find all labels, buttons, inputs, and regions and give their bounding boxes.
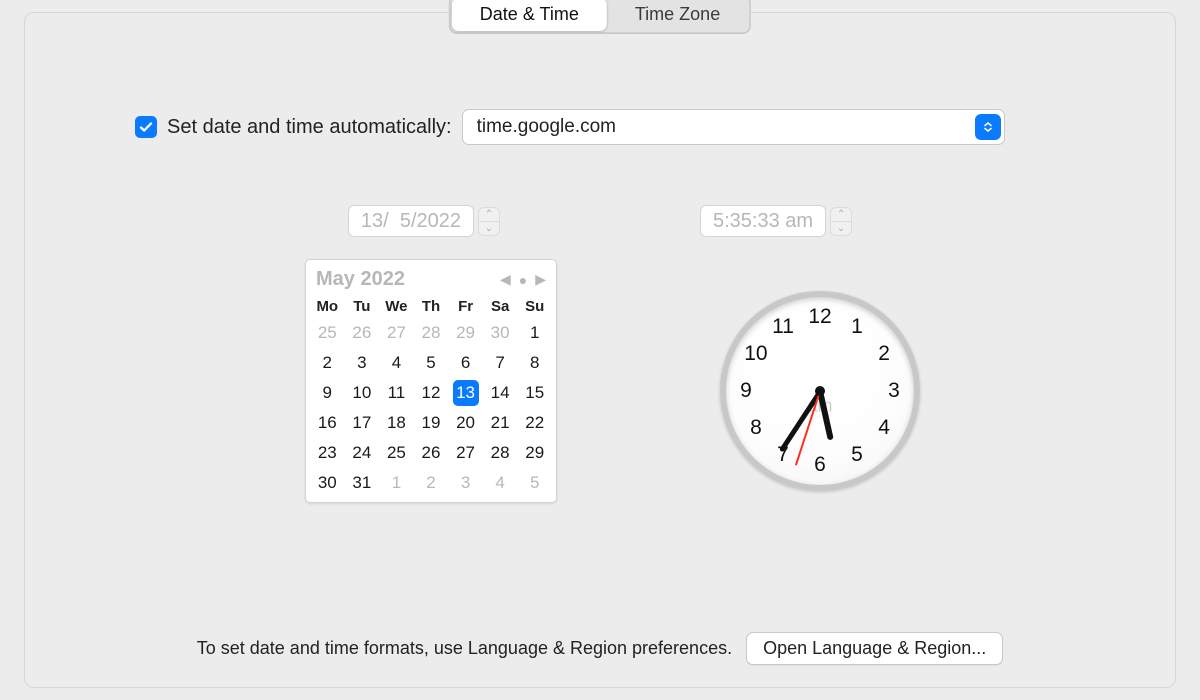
calendar: May 2022 ◀ ● ▶ MoTuWeThFrSaSu25262728293…	[305, 259, 557, 503]
calendar-day[interactable]: 15	[517, 378, 552, 408]
calendar-day[interactable]: 1	[517, 318, 552, 348]
calendar-month-title: May 2022	[316, 268, 500, 291]
clock-center-pin	[815, 386, 825, 396]
calendar-day[interactable]: 7	[483, 348, 518, 378]
checkmark-icon	[138, 119, 154, 135]
calendar-day[interactable]: 23	[310, 438, 345, 468]
calendar-today[interactable]: ●	[519, 272, 527, 288]
calendar-day[interactable]: 12	[414, 378, 449, 408]
calendar-day[interactable]: 27	[448, 438, 483, 468]
calendar-day[interactable]: 29	[517, 438, 552, 468]
calendar-prev-month[interactable]: ◀	[500, 271, 511, 288]
clock-number: 9	[740, 379, 752, 403]
chevron-up-down-icon	[982, 121, 994, 133]
calendar-weekday: Fr	[448, 295, 483, 318]
calendar-day[interactable]: 13	[448, 378, 483, 408]
time-step-up[interactable]: ⌃	[831, 208, 851, 221]
time-stepper-buttons[interactable]: ⌃ ⌄	[830, 207, 852, 236]
calendar-day[interactable]: 28	[414, 318, 449, 348]
auto-set-row: Set date and time automatically: time.go…	[135, 109, 1005, 145]
calendar-day[interactable]: 3	[345, 348, 380, 378]
calendar-day[interactable]: 31	[345, 468, 380, 498]
calendar-day[interactable]: 26	[345, 318, 380, 348]
open-language-region-button[interactable]: Open Language & Region...	[746, 632, 1003, 665]
clock-number: 3	[888, 379, 900, 403]
clock-number: 4	[878, 416, 890, 440]
calendar-day[interactable]: 11	[379, 378, 414, 408]
date-stepper: 13/ 5/2022 ⌃ ⌄	[348, 205, 500, 237]
calendar-day[interactable]: 28	[483, 438, 518, 468]
preferences-panel: Date & Time Time Zone Set date and time …	[24, 12, 1176, 688]
calendar-day[interactable]: 30	[483, 318, 518, 348]
date-step-down[interactable]: ⌄	[479, 221, 499, 235]
time-step-down[interactable]: ⌄	[831, 221, 851, 235]
date-stepper-buttons[interactable]: ⌃ ⌄	[478, 207, 500, 236]
stepper-row: 13/ 5/2022 ⌃ ⌄ 5:35:33 am ⌃ ⌄	[25, 205, 1175, 237]
clock-number: 12	[808, 305, 831, 329]
clock-number: 8	[750, 416, 762, 440]
calendar-weekday: Su	[517, 295, 552, 318]
calendar-day[interactable]: 4	[379, 348, 414, 378]
calendar-day[interactable]: 17	[345, 408, 380, 438]
calendar-day[interactable]: 30	[310, 468, 345, 498]
calendar-day[interactable]: 2	[414, 468, 449, 498]
clock-number: 2	[878, 342, 890, 366]
auto-set-checkbox[interactable]	[135, 116, 157, 138]
calendar-day[interactable]: 19	[414, 408, 449, 438]
calendar-day[interactable]: 16	[310, 408, 345, 438]
date-field[interactable]: 13/ 5/2022	[348, 205, 474, 237]
calendar-day[interactable]: 8	[517, 348, 552, 378]
calendar-day[interactable]: 4	[483, 468, 518, 498]
clock-number: 5	[851, 443, 863, 467]
auto-set-label: Set date and time automatically:	[167, 116, 452, 139]
calendar-weekday: We	[379, 295, 414, 318]
calendar-day[interactable]: 25	[310, 318, 345, 348]
calendar-day[interactable]: 18	[379, 408, 414, 438]
calendar-day[interactable]: 14	[483, 378, 518, 408]
clock-number: 7	[777, 443, 789, 467]
calendar-weekday: Sa	[483, 295, 518, 318]
date-step-up[interactable]: ⌃	[479, 208, 499, 221]
tab-date-time[interactable]: Date & Time	[452, 0, 607, 31]
time-stepper: 5:35:33 am ⌃ ⌄	[700, 205, 852, 237]
calendar-day[interactable]: 21	[483, 408, 518, 438]
combo-dropdown-button[interactable]	[975, 114, 1001, 140]
clock-number: 6	[814, 453, 826, 477]
calendar-day[interactable]: 25	[379, 438, 414, 468]
calendar-day[interactable]: 27	[379, 318, 414, 348]
calendar-day[interactable]: 10	[345, 378, 380, 408]
time-field[interactable]: 5:35:33 am	[700, 205, 826, 237]
clock-number: 10	[744, 342, 767, 366]
calendar-day[interactable]: 9	[310, 378, 345, 408]
calendar-weekday: Tu	[345, 295, 380, 318]
clock-number: 1	[851, 315, 863, 339]
calendar-day[interactable]: 22	[517, 408, 552, 438]
clock-number: 11	[772, 315, 794, 339]
tab-time-zone[interactable]: Time Zone	[607, 0, 748, 31]
calendar-day[interactable]: 5	[517, 468, 552, 498]
analog-clock: am 121234567891011	[720, 291, 920, 491]
footer-hint: To set date and time formats, use Langua…	[197, 638, 732, 659]
calendar-day[interactable]: 29	[448, 318, 483, 348]
calendar-day[interactable]: 26	[414, 438, 449, 468]
calendar-day[interactable]: 3	[448, 468, 483, 498]
calendar-next-month[interactable]: ▶	[535, 271, 546, 288]
calendar-day[interactable]: 20	[448, 408, 483, 438]
calendar-weekday: Th	[414, 295, 449, 318]
calendar-day[interactable]: 24	[345, 438, 380, 468]
ntp-server-combo[interactable]: time.google.com	[462, 109, 1005, 145]
footer-row: To set date and time formats, use Langua…	[25, 632, 1175, 665]
calendar-day[interactable]: 2	[310, 348, 345, 378]
calendar-day[interactable]: 1	[379, 468, 414, 498]
ntp-server-value: time.google.com	[477, 116, 975, 138]
calendar-day[interactable]: 6	[448, 348, 483, 378]
calendar-weekday: Mo	[310, 295, 345, 318]
calendar-grid: MoTuWeThFrSaSu25262728293012345678910111…	[310, 295, 552, 498]
tab-bar: Date & Time Time Zone	[449, 0, 751, 34]
calendar-day[interactable]: 5	[414, 348, 449, 378]
